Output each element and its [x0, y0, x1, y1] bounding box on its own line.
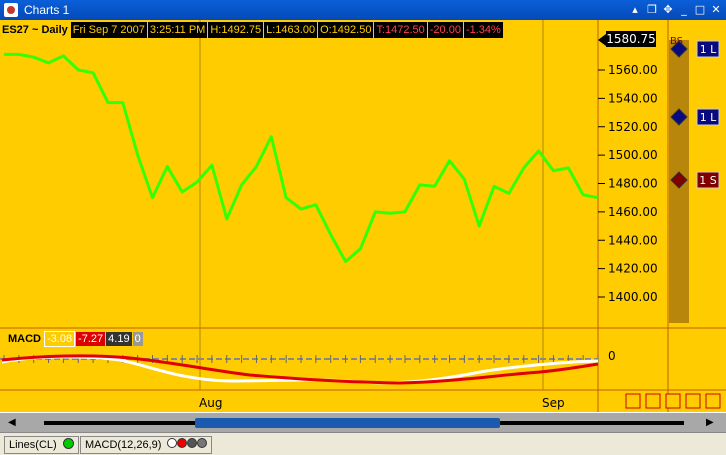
chart-svg[interactable]: 1560.00 1540.00 1520.00 1500.00 1480.00 1460.… [0, 0, 726, 412]
quote-header: ES27 ~ Daily Fri Sep 7 2007 3:25:11 PM H:14… [0, 22, 504, 38]
order-badge-label: 1 L [700, 43, 717, 56]
quote-change: -20.00 [427, 22, 463, 38]
macd-value-4: 0 [132, 332, 143, 346]
chart-tool-buttons[interactable] [625, 393, 721, 409]
tool-button-4[interactable] [685, 393, 701, 409]
tool-button-2[interactable] [645, 393, 661, 409]
scroll-left-icon[interactable]: ◀ [8, 417, 16, 428]
quote-date: Fri Sep 7 2007 [70, 22, 147, 38]
macd-value-2: -7.27 [76, 332, 106, 346]
scroll-right-icon[interactable]: ▶ [706, 417, 714, 428]
quote-change-pct: -1.34% [463, 22, 503, 38]
price-series-line [4, 52, 599, 263]
price-tick-label: 1460.00 [608, 205, 658, 219]
macd-value-1: -3.08 [44, 331, 76, 347]
macd-study-label: MACD(12,26,9) [85, 439, 162, 451]
price-tick-label: 1560.00 [608, 63, 658, 77]
macd-header: MACD -3.08 -7.27 4.19 0 [6, 331, 144, 347]
current-price-marker: 1580.75 [598, 31, 656, 47]
price-tick-label: 1520.00 [608, 120, 658, 134]
tool-button-1[interactable] [625, 393, 641, 409]
quote-high: H:1492.75 [208, 22, 264, 38]
quote-time: 3:25:11 PM [147, 22, 208, 38]
price-tick-label: 1480.00 [608, 177, 658, 191]
macd-value-3: 4.19 [106, 332, 132, 346]
current-price-label: 1580.75 [606, 32, 656, 46]
order-marker[interactable]: 1 L [670, 108, 720, 126]
symbol-label: ES27 ~ Daily [2, 24, 68, 36]
price-tick-label: 1500.00 [608, 148, 658, 162]
order-marker[interactable]: 1 S [670, 171, 720, 189]
time-axis-label-sep: Sep [542, 396, 565, 410]
lines-status-icon [62, 438, 74, 449]
price-axis: 1560.00 1540.00 1520.00 1500.00 1480.00 1460.… [598, 63, 658, 304]
macd-indicator[interactable]: MACD(12,26,9) [80, 436, 213, 454]
tool-button-3[interactable] [665, 393, 681, 409]
quote-open: O:1492.50 [318, 22, 374, 38]
macd-color-icons [167, 438, 208, 451]
horizontal-scrollbar[interactable]: ◀ ▶ [0, 412, 726, 433]
order-badge-label: 1 S [699, 174, 716, 187]
price-tick-label: 1400.00 [608, 290, 658, 304]
order-badge-label: 1 L [700, 111, 717, 124]
order-marker[interactable]: 1 L [670, 40, 720, 58]
price-tick-label: 1440.00 [608, 233, 658, 247]
lines-label: Lines(CL) [9, 439, 57, 451]
status-bar: Lines(CL) MACD(12,26,9) [0, 432, 726, 455]
macd-panel: 0 [0, 349, 616, 385]
time-axis-label-aug: Aug [199, 396, 222, 410]
lines-indicator[interactable]: Lines(CL) [4, 436, 79, 454]
charts-window: Charts 1 ▴ ❐ ✥ _ □ ✕ 1560.00 1540.00 1520.… [0, 0, 726, 455]
scroll-thumb[interactable] [195, 418, 500, 428]
tool-button-5[interactable] [705, 393, 721, 409]
price-tick-label: 1540.00 [608, 91, 658, 105]
macd-zero-label: 0 [608, 349, 616, 363]
quote-last: T:1472.50 [374, 22, 427, 38]
price-tick-label: 1420.00 [608, 262, 658, 276]
macd-label: MACD [8, 333, 41, 345]
quote-low: L:1463.00 [264, 22, 318, 38]
